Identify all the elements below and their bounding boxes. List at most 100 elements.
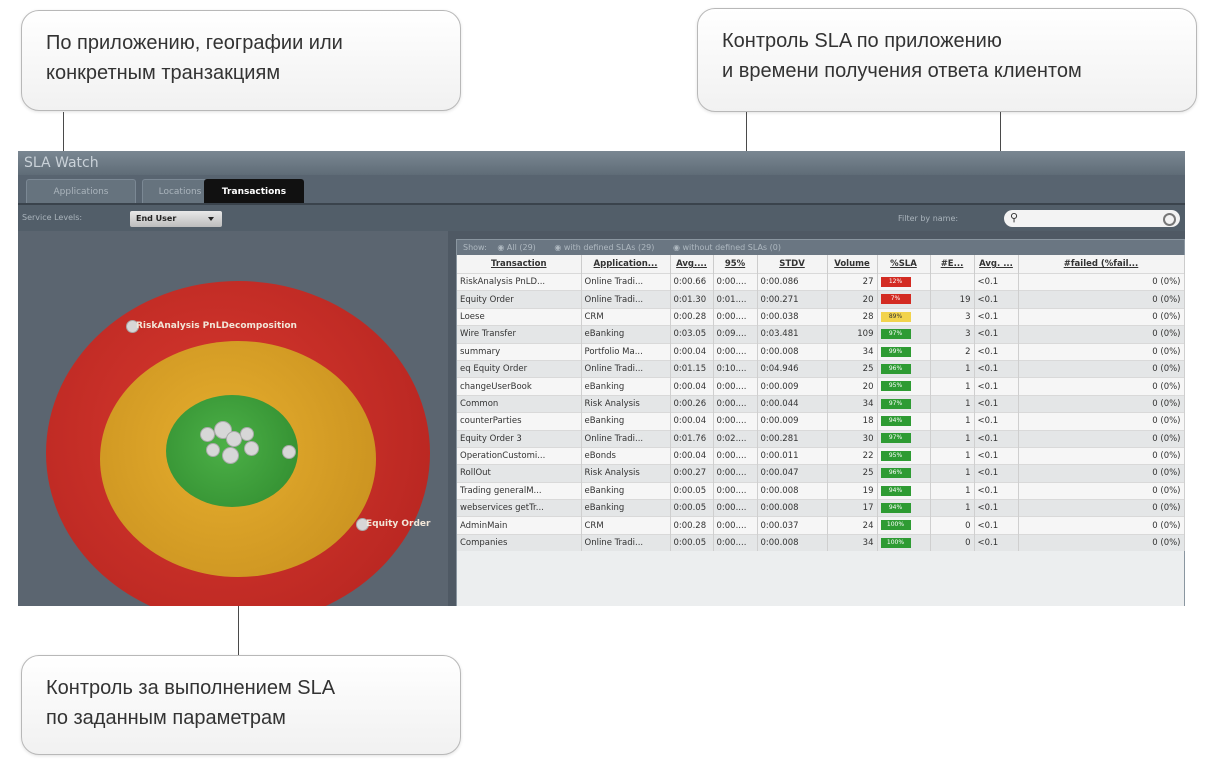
column-header[interactable]: Transaction: [457, 255, 582, 274]
table-cell: 0 (0%): [1018, 359, 1185, 378]
transaction-dot[interactable]: [222, 447, 239, 464]
sla-badge: 95%: [880, 381, 911, 392]
filter-label: Filter by name:: [898, 214, 959, 223]
table-row[interactable]: Common Risk Analysis 0:00.26 0:00.... 0:00.0…: [457, 394, 1185, 413]
table-cell: 25: [827, 359, 878, 378]
table-cell: 109: [827, 325, 878, 344]
table-cell: <0.1: [974, 481, 1019, 500]
table-row[interactable]: Wire Transfer eBanking 0:03.05 0:09.... 0:03…: [457, 325, 1185, 344]
filter-input[interactable]: ⚲: [1004, 210, 1180, 227]
table-cell: 0:04.946: [757, 359, 828, 378]
column-header[interactable]: Avg. ...: [974, 255, 1019, 274]
transaction-dot[interactable]: [240, 427, 254, 441]
sla-watch-window: SLA Watch Applications Locations Transac…: [18, 151, 1185, 606]
tab-transactions[interactable]: Transactions: [204, 179, 304, 203]
table-cell: Trading generalM...: [457, 481, 582, 500]
table-row[interactable]: counterParties eBanking 0:00.04 0:00.... 0:0…: [457, 412, 1185, 431]
table-cell: 0 (0%): [1018, 325, 1185, 344]
table-row[interactable]: OperationCustomi... eBonds 0:00.04 0:00....…: [457, 446, 1185, 465]
filter-all-radio[interactable]: ◉ All (29): [497, 243, 543, 252]
transaction-dot[interactable]: [282, 445, 296, 459]
transaction-dot[interactable]: [206, 443, 220, 457]
table-cell: 0:01.30: [670, 290, 714, 309]
table-cell: 96%: [877, 464, 931, 483]
table-cell: Companies: [457, 533, 582, 552]
table-cell: 100%: [877, 516, 931, 535]
table-row[interactable]: eq Equity Order Online Tradi... 0:01.15 0:1…: [457, 359, 1185, 378]
table-cell: 0:00.04: [670, 377, 714, 396]
table-cell: 0:00.011: [757, 446, 828, 465]
table-cell: 17: [827, 499, 878, 517]
search-icon: ⚲: [1010, 211, 1019, 224]
table-cell: AdminMain: [457, 516, 582, 535]
table-cell: 0:00.04: [670, 342, 714, 361]
table-cell: <0.1: [974, 325, 1019, 344]
tab-bar: Applications Locations Transactions: [18, 175, 1185, 205]
table-cell: 0:00....: [713, 307, 758, 326]
table-cell: 0:01....: [713, 290, 758, 309]
table-cell: 0:00.044: [757, 394, 828, 413]
table-cell: 0:00....: [713, 377, 758, 396]
table-cell: 22: [827, 446, 878, 465]
column-header[interactable]: 95%: [713, 255, 758, 274]
filter-undefined-radio[interactable]: ◉ without defined SLAs (0): [673, 243, 789, 252]
filter-defined-radio[interactable]: ◉ with defined SLAs (29): [554, 243, 662, 252]
callout-sla-execution: Контроль за выполнением SLA по заданным …: [21, 655, 461, 755]
transaction-dot[interactable]: [200, 427, 215, 442]
column-header[interactable]: Avg....: [670, 255, 714, 274]
table-cell: 12%: [877, 272, 931, 291]
table-cell: 34: [827, 394, 878, 413]
table-cell: 0 (0%): [1018, 412, 1185, 431]
tab-applications[interactable]: Applications: [26, 179, 136, 203]
table-row[interactable]: webservices getTr... eBanking 0:00.05 0:00.…: [457, 499, 1185, 517]
table-row[interactable]: Loese CRM 0:00.28 0:00.... 0:00.038 28 89% 3 <0.…: [457, 307, 1185, 326]
filter-undefined-label: without defined SLAs (0): [682, 243, 781, 252]
table-row[interactable]: Equity Order 3 Online Tradi... 0:01.76 0:02…: [457, 429, 1185, 448]
table-cell: <0.1: [974, 359, 1019, 378]
table-cell: 0 (0%): [1018, 342, 1185, 361]
table-cell: 0 (0%): [1018, 446, 1185, 465]
sla-badge: 96%: [880, 363, 911, 374]
table-cell: <0.1: [974, 377, 1019, 396]
table-cell: 0:02....: [713, 429, 758, 448]
column-header[interactable]: Application...: [581, 255, 671, 274]
column-header[interactable]: Volume: [827, 255, 878, 274]
table-cell: 0:00.66: [670, 272, 714, 291]
table-cell: 34: [827, 342, 878, 361]
column-header[interactable]: #failed (%fail...: [1018, 255, 1185, 274]
service-levels-label: Service Levels:: [22, 213, 83, 222]
risk-analysis-label[interactable]: RiskAnalysis PnLDecomposition: [136, 321, 297, 331]
table-cell: summary: [457, 342, 582, 361]
callout-sla-control: Контроль SLA по приложению и времени пол…: [697, 8, 1197, 112]
table-cell: <0.1: [974, 290, 1019, 309]
table-cell: <0.1: [974, 464, 1019, 483]
service-levels-select[interactable]: End User: [130, 211, 222, 227]
table-cell: eBanking: [581, 499, 671, 517]
table-cell: <0.1: [974, 272, 1019, 291]
column-header[interactable]: STDV: [757, 255, 828, 274]
transaction-dot[interactable]: [244, 441, 259, 456]
table-row[interactable]: Trading generalM... eBanking 0:00.05 0:00..…: [457, 481, 1185, 500]
clear-icon[interactable]: [1163, 213, 1176, 226]
table-row[interactable]: changeUserBook eBanking 0:00.04 0:00.... 0:0…: [457, 377, 1185, 396]
table-cell: 0:00....: [713, 464, 758, 483]
column-header[interactable]: %SLA: [877, 255, 931, 274]
table-row[interactable]: summary Portfolio Ma... 0:00.04 0:00.... 0:0…: [457, 342, 1185, 361]
table-row[interactable]: Equity Order Online Tradi... 0:01.30 0:01..…: [457, 290, 1185, 309]
table-row[interactable]: Companies Online Tradi... 0:00.05 0:00.... 0…: [457, 533, 1185, 552]
table-cell: 0:00.28: [670, 516, 714, 535]
table-cell: Online Tradi...: [581, 429, 671, 448]
table-row[interactable]: RollOut Risk Analysis 0:00.27 0:00.... 0:00.…: [457, 464, 1185, 483]
table-row[interactable]: RiskAnalysis PnLD... Online Tradi... 0:00.…: [457, 272, 1185, 291]
callout-text-line: по заданным параметрам: [46, 707, 286, 729]
table-cell: 3: [930, 325, 975, 344]
equity-order-label[interactable]: Equity Order: [366, 519, 430, 529]
show-filter-bar: Show: ◉ All (29) ◉ with defined SLAs (29…: [457, 240, 1184, 255]
table-cell: 0:00....: [713, 272, 758, 291]
table-cell: 0:00.04: [670, 412, 714, 431]
column-header[interactable]: #E...: [930, 255, 975, 274]
table-cell: 25: [827, 464, 878, 483]
table-row[interactable]: AdminMain CRM 0:00.28 0:00.... 0:00.037 24 100…: [457, 516, 1185, 535]
table-cell: 0:00.04: [670, 446, 714, 465]
table-cell: 1: [930, 429, 975, 448]
